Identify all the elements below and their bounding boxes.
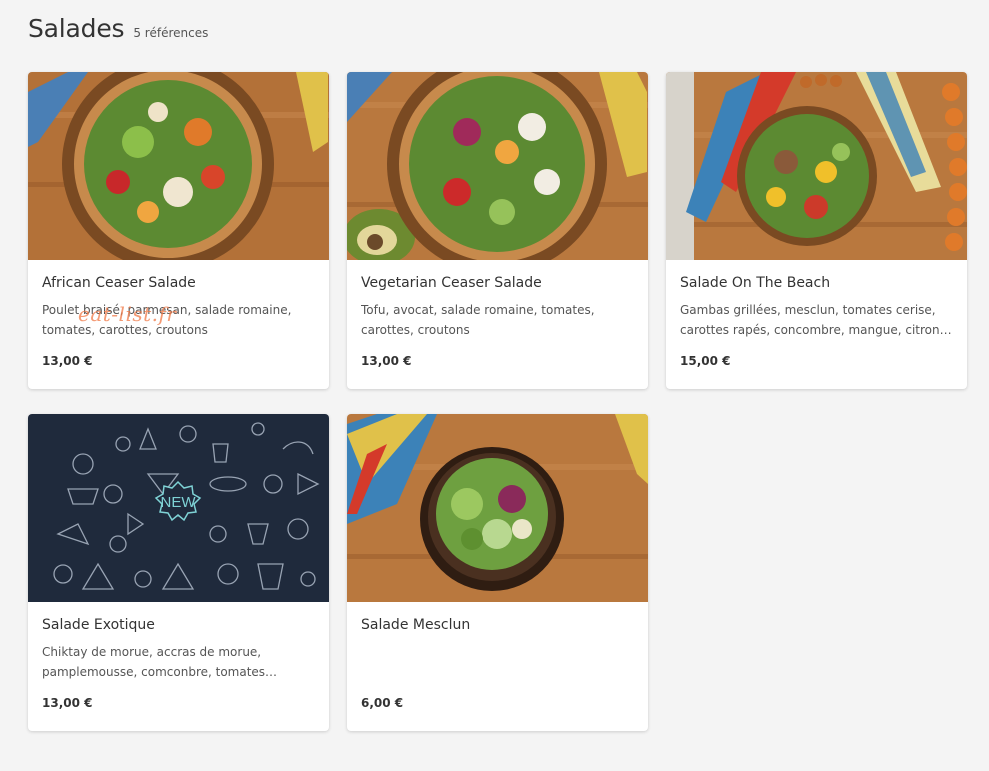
product-name: Vegetarian Ceaser Salade <box>361 275 542 291</box>
product-price: 13,00 € <box>361 354 412 368</box>
product-price: 6,00 € <box>361 696 404 710</box>
page: Salades 5 références African Ceaser Sala… <box>0 0 989 771</box>
product-card[interactable]: NEW Salade Exotique Chiktay de morue, ac… <box>28 414 329 731</box>
product-description: Tofu, avocat, salade romaine, tomates, c… <box>361 303 595 337</box>
product-image <box>347 414 648 602</box>
new-badge: NEW <box>161 494 197 511</box>
product-card[interactable]: African Ceaser Salade Poulet braisé, par… <box>28 72 329 389</box>
product-description: Gambas grillées, mesclun, tomates cerise… <box>680 303 952 337</box>
product-image: NEW <box>28 414 329 602</box>
item-count: 5 références <box>133 26 209 40</box>
product-card[interactable]: Salade Mesclun 6,00 € <box>347 414 648 731</box>
product-card[interactable]: Salade On The Beach Gambas grillées, mes… <box>666 72 967 389</box>
section-header: Salades 5 références <box>28 14 208 43</box>
product-card[interactable]: Vegetarian Ceaser Salade Tofu, avocat, s… <box>347 72 648 389</box>
product-price: 13,00 € <box>42 354 93 368</box>
product-image <box>347 72 648 260</box>
product-price: 13,00 € <box>42 696 93 710</box>
section-title: Salades <box>28 14 125 43</box>
product-name: African Ceaser Salade <box>42 275 196 291</box>
product-image <box>28 72 329 260</box>
product-description: Poulet braisé, parmesan, salade romaine,… <box>42 303 292 337</box>
product-price: 15,00 € <box>680 354 731 368</box>
product-name: Salade Mesclun <box>361 617 471 633</box>
product-description <box>361 642 636 682</box>
product-description: Chiktay de morue, accras de morue, pampl… <box>42 645 278 679</box>
product-image <box>666 72 967 260</box>
product-name: Salade On The Beach <box>680 275 831 291</box>
product-name: Salade Exotique <box>42 617 155 633</box>
